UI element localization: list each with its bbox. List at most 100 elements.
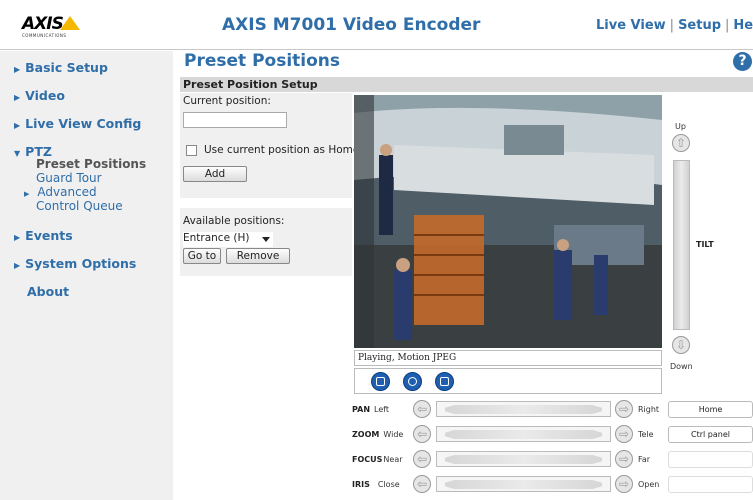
add-button[interactable]: Add (183, 166, 247, 182)
empty-slot-1 (668, 451, 753, 468)
arrow-left-icon: ⇦ (416, 477, 428, 491)
sidebar-item-system-options[interactable]: ▶ System Options (14, 256, 136, 271)
pan-right-label: Right (638, 405, 660, 414)
available-positions-label: Available positions: (183, 215, 285, 227)
pan-right-button[interactable]: ⇨ (615, 400, 633, 418)
iris-close-button[interactable]: ⇦ (413, 475, 431, 493)
setup-link[interactable]: Setup (678, 18, 721, 33)
sidebar-item-events[interactable]: ▶ Events (14, 228, 73, 243)
zoom-tele-button[interactable]: ⇨ (615, 425, 633, 443)
ctrl-panel-button[interactable]: Ctrl panel (668, 426, 753, 443)
product-title: AXIS M7001 Video Encoder (222, 15, 481, 35)
sidebar-item-label: Live View Config (25, 116, 142, 131)
zoom-slider-track (445, 430, 602, 439)
video-frame-image (354, 95, 662, 348)
pan-label: PAN (352, 405, 371, 414)
arrow-right-icon: ⇨ (618, 452, 630, 466)
arrow-left-icon: ⇦ (416, 402, 428, 416)
focus-label: FOCUS (352, 455, 383, 464)
sidebar-item-basic-setup[interactable]: ▶ Basic Setup (14, 60, 108, 75)
current-position-input[interactable] (183, 112, 287, 128)
sidebar-item-about[interactable]: About (27, 284, 69, 299)
separator: | (669, 18, 675, 33)
page-title: Preset Positions (184, 51, 341, 71)
separator: | (725, 18, 730, 33)
sidebar-subitem-guard-tour[interactable]: Guard Tour (36, 171, 102, 185)
logo-triangle-icon (60, 16, 80, 30)
chevron-down-icon (262, 237, 270, 242)
use-home-checkbox[interactable] (186, 145, 197, 156)
iris-slider[interactable] (436, 476, 611, 492)
chevron-right-icon: ▶ (14, 121, 21, 130)
pan-left-label: Left (374, 405, 390, 414)
empty-slot-2 (668, 476, 753, 493)
pan-slider[interactable] (436, 401, 611, 417)
chevron-right-icon: ▶ (14, 65, 21, 74)
sidebar-item-label: Basic Setup (25, 60, 108, 75)
available-positions-select[interactable]: Entrance (H) (183, 232, 273, 247)
video-controls (354, 368, 662, 394)
preset-setup-panel: Current position: Use current position a… (180, 93, 359, 198)
use-home-label: Use current position as Home (204, 144, 360, 156)
camera-icon (408, 377, 417, 386)
tilt-label: TILT (696, 240, 714, 249)
focus-slider[interactable] (436, 451, 611, 467)
zoom-slider[interactable] (436, 426, 611, 442)
tilt-down-label: Down (670, 362, 693, 371)
focus-near-button[interactable]: ⇦ (413, 450, 431, 468)
sidebar-subitem-advanced[interactable]: ▶ Advanced (24, 185, 97, 199)
fullscreen-icon (440, 377, 449, 386)
sidebar-item-label: Video (25, 88, 65, 103)
snapshot-button[interactable] (403, 372, 422, 391)
pan-row-label: PAN Left (352, 405, 389, 414)
available-positions-panel: Available positions: Entrance (H) Go to … (180, 208, 352, 276)
tilt-up-button[interactable]: ⇧ (672, 134, 690, 152)
pan-left-button[interactable]: ⇦ (413, 400, 431, 418)
help-link[interactable]: Help (733, 18, 753, 33)
arrow-down-icon: ⇩ (675, 338, 687, 352)
sidebar-item-label: System Options (25, 256, 137, 271)
sidebar-item-label: Advanced (37, 185, 97, 199)
arrow-left-icon: ⇦ (416, 427, 428, 441)
sidebar-item-label: Events (25, 228, 73, 243)
zoom-wide-button[interactable]: ⇦ (413, 425, 431, 443)
focus-far-button[interactable]: ⇨ (615, 450, 633, 468)
arrow-right-icon: ⇨ (618, 402, 630, 416)
focus-slider-track (445, 455, 602, 464)
sidebar-subitem-preset-positions[interactable]: Preset Positions (36, 157, 146, 171)
go-to-button[interactable]: Go to (183, 248, 221, 264)
home-button[interactable]: Home (668, 401, 753, 418)
iris-open-label: Open (638, 480, 660, 489)
zoom-label: ZOOM (352, 430, 380, 439)
iris-row-label: IRIS Close (352, 480, 400, 489)
help-icon[interactable]: ? (733, 52, 752, 71)
iris-slider-track (445, 480, 602, 489)
iris-label: IRIS (352, 480, 370, 489)
stop-icon (376, 377, 385, 386)
iris-open-button[interactable]: ⇨ (615, 475, 633, 493)
chevron-right-icon: ▶ (24, 190, 30, 198)
chevron-right-icon: ▶ (14, 93, 21, 102)
video-stream[interactable] (354, 95, 662, 348)
sidebar-item-video[interactable]: ▶ Video (14, 88, 65, 103)
section-header: Preset Position Setup (180, 77, 753, 92)
arrow-right-icon: ⇨ (618, 477, 630, 491)
chevron-down-icon: ▼ (14, 149, 21, 158)
chevron-right-icon: ▶ (14, 233, 21, 242)
live-view-link[interactable]: Live View (596, 18, 666, 33)
logo-text: AXIS (22, 14, 64, 34)
focus-row-label: FOCUSNear (352, 455, 403, 464)
tilt-slider[interactable] (673, 160, 690, 330)
logo-subtitle: COMMUNICATIONS (22, 33, 67, 38)
focus-far-label: Far (638, 455, 651, 464)
sidebar-subitem-control-queue[interactable]: Control Queue (36, 199, 123, 213)
arrow-up-icon: ⇧ (675, 136, 687, 150)
stop-button[interactable] (371, 372, 390, 391)
remove-button[interactable]: Remove (226, 248, 290, 264)
tilt-down-button[interactable]: ⇩ (672, 336, 690, 354)
axis-logo[interactable]: AXIS COMMUNICATIONS (22, 14, 92, 38)
fullscreen-button[interactable] (435, 372, 454, 391)
sidebar-item-live-view-config[interactable]: ▶ Live View Config (14, 116, 141, 131)
zoom-wide-label: Wide (383, 430, 404, 439)
pan-slider-track (445, 405, 602, 414)
